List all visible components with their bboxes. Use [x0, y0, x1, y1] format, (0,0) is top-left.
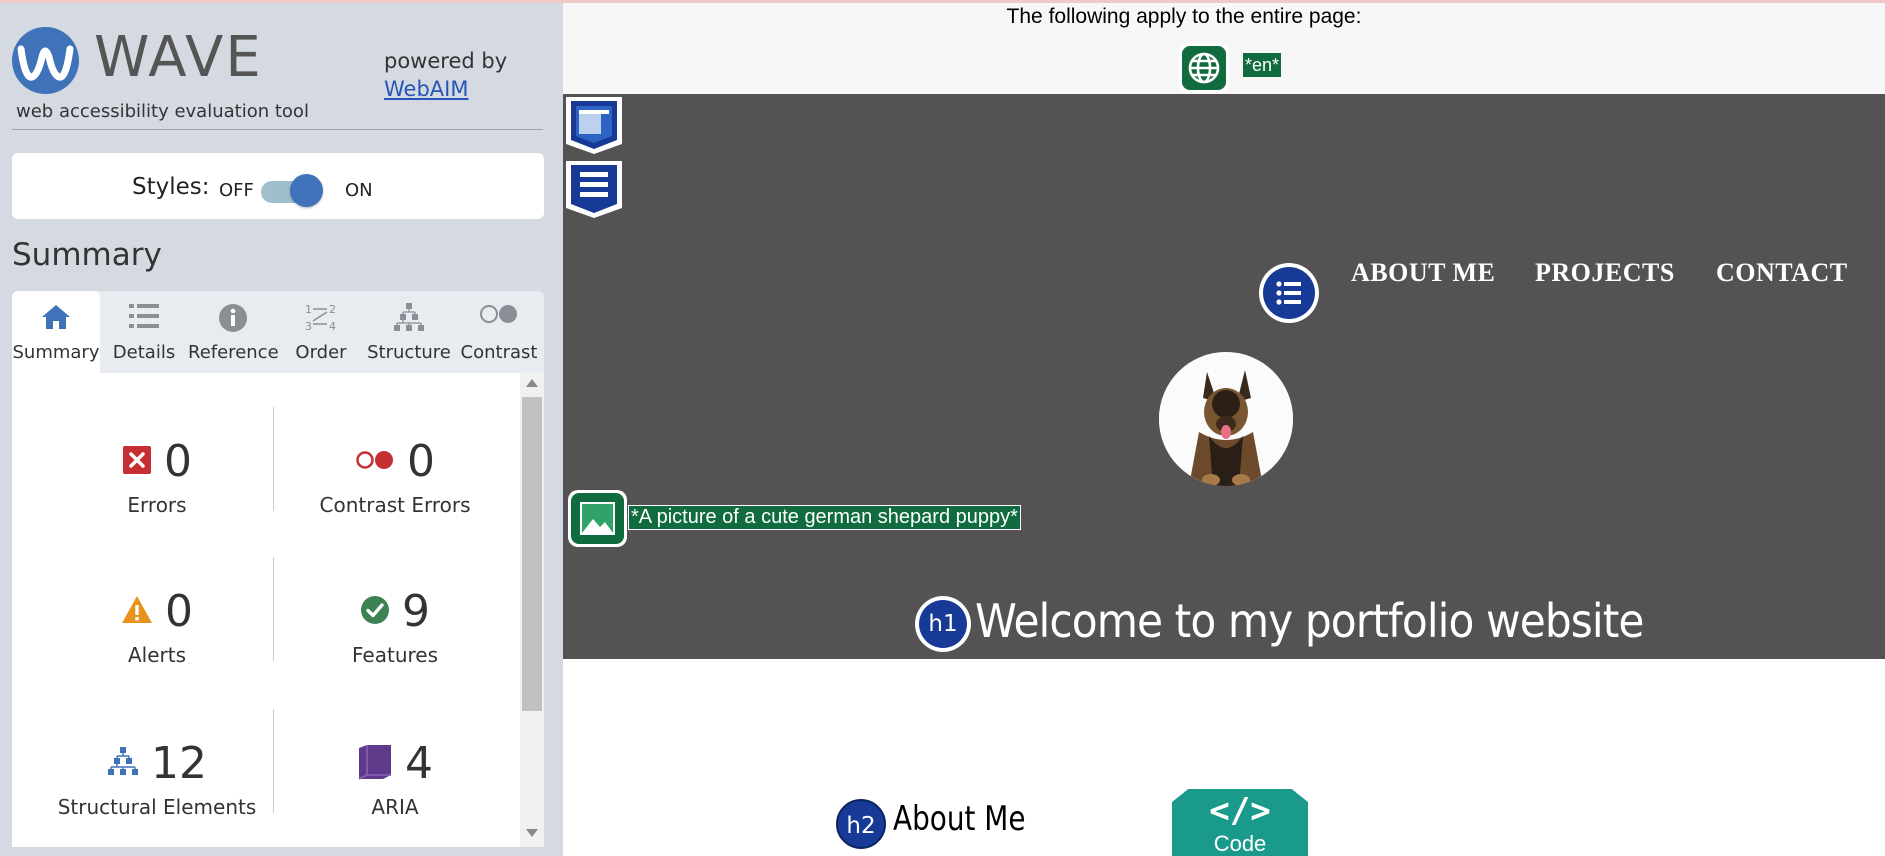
styles-label: Styles: — [132, 174, 210, 200]
styles-on-label: ON — [345, 180, 373, 201]
tab-contrast[interactable]: Contrast — [454, 291, 544, 373]
evaluated-page: The following apply to the entire page: … — [563, 3, 1885, 856]
svg-text:4: 4 — [329, 320, 336, 333]
alerts-count: 0 — [165, 586, 193, 637]
image-alt-text-badge: *A picture of a cute german shepard pupp… — [628, 505, 1021, 530]
features-label: Features — [352, 643, 438, 667]
tab-summary[interactable]: Summary — [12, 291, 100, 373]
language-badge: *en* — [1243, 53, 1282, 77]
styles-toggle-knob[interactable] — [290, 174, 323, 207]
tab-structure[interactable]: Structure — [364, 291, 454, 373]
header-region-icon[interactable] — [563, 94, 625, 156]
page-apply-text: The following apply to the entire page: — [1006, 5, 1362, 28]
nav-link-contact[interactable]: CONTACT — [1716, 258, 1848, 288]
list-icon — [129, 303, 159, 333]
aria-icon — [357, 744, 393, 784]
contrast-errors-label: Contrast Errors — [319, 493, 471, 517]
alert-icon — [121, 595, 153, 629]
contrast-errors-count: 0 — [407, 436, 435, 487]
scrollbar-thumb[interactable] — [522, 397, 542, 711]
wave-title: WAVE — [94, 25, 263, 90]
structural-count: 12 — [151, 738, 207, 789]
about-me-heading: About Me — [893, 799, 1026, 839]
hero-title: Welcome to my portfolio website — [975, 594, 1644, 648]
tab-bar: Summary Details Reference 1234 Order Str… — [12, 291, 544, 373]
image-alt-icon[interactable] — [568, 490, 627, 547]
scroll-down-arrow-icon[interactable] — [526, 829, 538, 837]
code-brackets-icon: </> — [1209, 791, 1271, 831]
nav-link-about-me[interactable]: ABOUT ME — [1351, 258, 1495, 288]
wave-logo-icon — [12, 27, 79, 94]
info-icon — [218, 303, 248, 337]
svg-text:1: 1 — [305, 303, 312, 316]
styles-toggle-panel: Styles: OFF ON — [12, 153, 544, 219]
contrast-icon — [479, 303, 519, 329]
tab-details[interactable]: Details — [100, 291, 188, 373]
h2-heading-icon[interactable]: h2 — [836, 799, 886, 849]
structural-label: Structural Elements — [57, 795, 257, 819]
error-icon — [122, 445, 152, 479]
code-badge: </> Code — [1172, 789, 1308, 856]
summary-panel: 0 Errors 0 Contrast Errors 0 Alerts 9 Fe… — [12, 373, 544, 847]
unordered-list-icon[interactable] — [1259, 263, 1319, 323]
navigation-region-icon[interactable] — [563, 158, 625, 220]
wave-subtitle: web accessibility evaluation tool — [16, 101, 309, 122]
tab-order[interactable]: 1234 Order — [278, 291, 364, 373]
styles-off-label: OFF — [219, 180, 254, 201]
page-level-notices: The following apply to the entire page: … — [563, 3, 1885, 94]
sidebar-divider — [12, 129, 543, 130]
alerts-label: Alerts — [127, 643, 187, 667]
hero-section: ABOUT ME PROJECTS CONTACT *A picture of … — [563, 94, 1885, 659]
scroll-up-arrow-icon[interactable] — [526, 379, 538, 387]
summary-heading: Summary — [12, 237, 162, 273]
structure-icon — [107, 747, 139, 781]
features-count: 9 — [402, 586, 430, 637]
tab-reference[interactable]: Reference — [188, 291, 279, 373]
errors-label: Errors — [127, 493, 187, 517]
language-feature-icon[interactable] — [1179, 43, 1229, 93]
h1-heading-icon[interactable]: h1 — [915, 596, 971, 652]
aria-count: 4 — [405, 738, 433, 789]
aria-label: ARIA — [371, 795, 419, 819]
puppy-photo — [1159, 352, 1293, 486]
contrast-error-icon — [355, 449, 395, 475]
order-icon: 1 2 3 4 — [305, 303, 337, 337]
wave-sidebar: WAVE web accessibility evaluation tool p… — [0, 3, 563, 856]
home-icon — [40, 303, 72, 335]
powered-by-text: powered by — [384, 49, 508, 73]
nav-link-projects[interactable]: PROJECTS — [1535, 258, 1675, 288]
feature-check-icon — [360, 595, 390, 629]
errors-count: 0 — [164, 436, 192, 487]
svg-text:3: 3 — [305, 320, 312, 333]
code-label: Code — [1213, 831, 1267, 856]
svg-text:2: 2 — [329, 303, 336, 316]
structure-icon — [393, 303, 425, 337]
webaim-link[interactable]: WebAIM — [384, 77, 468, 101]
